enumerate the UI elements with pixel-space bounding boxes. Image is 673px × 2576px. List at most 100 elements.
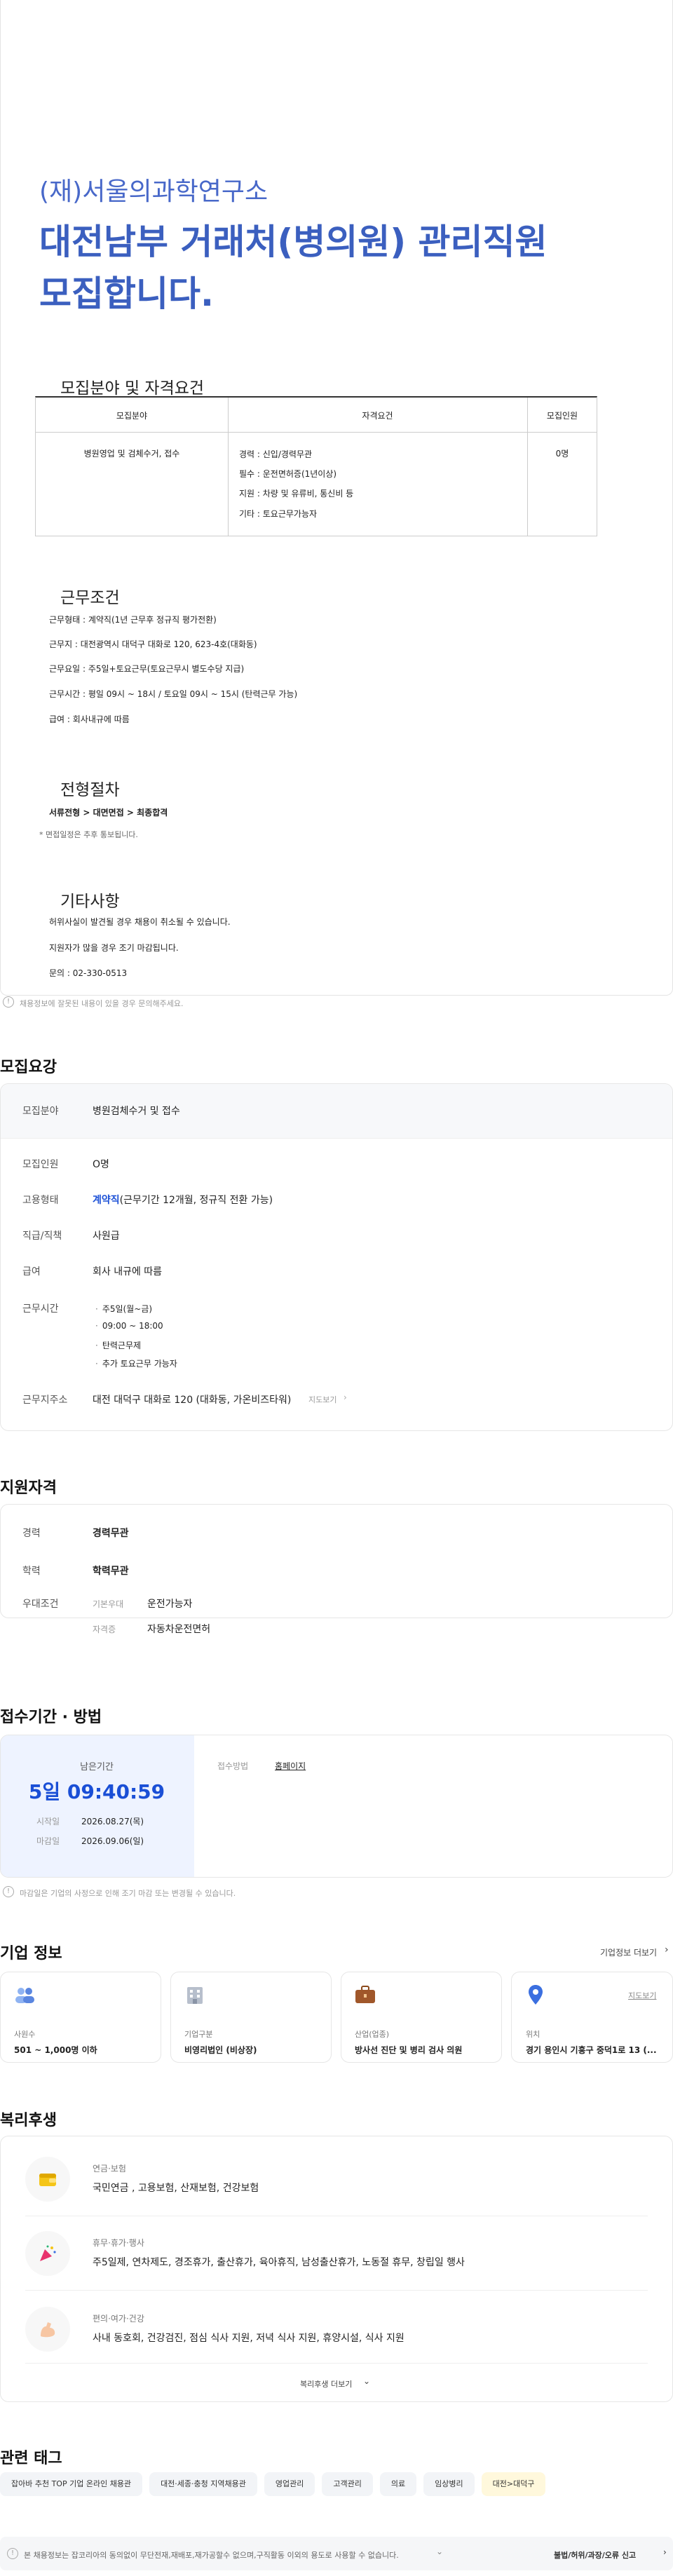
party-popper-icon bbox=[38, 2244, 57, 2263]
location-icon bbox=[527, 1984, 544, 2005]
pref-value: 자동차운전면허 bbox=[147, 1624, 211, 1635]
table-cell-field: 병원영업 및 검체수거, 접수 bbox=[83, 449, 180, 459]
company-more-link[interactable]: 기업정보 더보기 bbox=[600, 1946, 657, 1958]
company-card-value: 비영리법인 (비상장) bbox=[184, 2045, 257, 2055]
company-card-value: 경기 용인시 기흥구 중덕1로 13 (... bbox=[526, 2045, 657, 2055]
chevron-right-icon: › bbox=[663, 2547, 667, 2557]
apply-card bbox=[0, 1735, 673, 1878]
summary-value: 병원검체수거 및 접수 bbox=[93, 1106, 180, 1117]
tag-chip[interactable]: 의료 bbox=[379, 2472, 417, 2496]
welfare-category: 편의·여가·건강 bbox=[93, 2314, 144, 2324]
briefcase-icon bbox=[355, 1986, 376, 2004]
chevron-right-icon: › bbox=[344, 1392, 347, 1402]
poster-section-title: 전형절차 bbox=[60, 781, 120, 799]
summary-title: 모집요강 bbox=[0, 1059, 57, 1076]
summary-value: 사원급 bbox=[93, 1231, 120, 1242]
poster-section-title: 모집분야 및 자격요건 bbox=[60, 379, 205, 398]
condition-line: 근무요일 : 주5일+토요근무(토요근무시 별도수당 지급) bbox=[49, 664, 245, 674]
qual-label: 우대조건 bbox=[22, 1599, 59, 1610]
summary-label: 모집인원 bbox=[22, 1159, 59, 1170]
qual-title: 지원자격 bbox=[0, 1479, 57, 1497]
report-note[interactable]: 채용정보에 잘못된 내용이 있을 경우 문의해주세요. bbox=[20, 998, 184, 1009]
start-date: 2026.08.27(목) bbox=[81, 1817, 144, 1826]
company-card-label: 산업(업종) bbox=[355, 2030, 390, 2039]
welfare-card bbox=[0, 2136, 673, 2402]
summary-value: 회사 내규에 따름 bbox=[93, 1266, 163, 1277]
summary-label: 근무지주소 bbox=[22, 1395, 68, 1406]
work-time-item: 주5일(월~금) bbox=[95, 1303, 152, 1315]
apply-title: 접수기간 · 방법 bbox=[0, 1709, 102, 1726]
method-link[interactable]: 홈페이지 bbox=[275, 1760, 306, 1772]
poster-company: (재)서울의과학연구소 bbox=[39, 177, 268, 206]
summary-label: 급여 bbox=[22, 1266, 41, 1277]
remain-label: 남은기간 bbox=[80, 1762, 114, 1772]
people-icon bbox=[14, 1986, 35, 2004]
tags-title: 관련 태그 bbox=[0, 2450, 62, 2467]
table-cell-qual: 기타 : 토요근무가능자 bbox=[239, 509, 318, 519]
report-button[interactable]: 불법/허위/과장/오류 신고 bbox=[554, 2549, 636, 2561]
welfare-more-button[interactable]: 복리후생 더보기 bbox=[300, 2378, 352, 2389]
poster-table: 모집분야 자격요건 모집인원 병원영업 및 검체수거, 접수 경력 : 신입/경… bbox=[35, 396, 597, 536]
condition-line: 근무시간 : 평일 09시 ~ 18시 / 토요일 09시 ~ 15시 (탄력근… bbox=[49, 689, 298, 699]
poster-title-line2: 모집합니다. bbox=[39, 273, 214, 314]
tag-chip[interactable]: 영업관리 bbox=[264, 2472, 315, 2496]
info-icon: ! bbox=[3, 1886, 14, 1897]
table-cell-count: 0명 bbox=[555, 449, 569, 459]
etc-line: 문의 : 02-330-0513 bbox=[49, 968, 128, 978]
countdown-timer: 5일 09:40:59 bbox=[28, 1780, 165, 1803]
location-map-link[interactable]: 지도보기 bbox=[628, 1990, 656, 2001]
condition-line: 근무형태 : 계약직(1년 근무후 정규직 평가전환) bbox=[49, 615, 217, 625]
tag-chip[interactable]: 임상병리 bbox=[423, 2472, 475, 2496]
condition-line: 근무지 : 대전광역시 대덕구 대화로 120, 623-4호(대화동) bbox=[49, 639, 257, 649]
method-label: 접수방법 bbox=[217, 1761, 249, 1771]
summary-label: 직급/직책 bbox=[22, 1231, 62, 1242]
edu-value: 학력무관 bbox=[93, 1566, 129, 1577]
table-cell-qual: 필수 : 운전면허증(1년이상) bbox=[239, 469, 337, 479]
etc-line: 허위사실이 발견될 경우 채용이 취소될 수 있습니다. bbox=[49, 917, 231, 927]
qual-label: 학력 bbox=[22, 1566, 41, 1577]
tag-chip[interactable]: 고객관리 bbox=[322, 2472, 373, 2496]
company-title: 기업 정보 bbox=[0, 1945, 62, 1962]
chevron-down-icon[interactable]: ⌄ bbox=[436, 2547, 443, 2556]
welfare-desc: 주5일제, 연차제도, 경조휴가, 출산휴가, 육아휴직, 남성출산휴가, 노동… bbox=[93, 2257, 465, 2268]
table-cell-qual: 지원 : 차량 및 유류비, 통신비 등 bbox=[239, 489, 354, 499]
building-icon bbox=[184, 1984, 205, 2005]
work-time-item: 추가 토요근무 가능자 bbox=[95, 1357, 177, 1369]
tag-list: 잡아바 추천 TOP 기업 온라인 채용관 대전·세종·충청 지역채용관 영업관리 고… bbox=[0, 2472, 552, 2496]
process-note: * 면접일정은 추후 통보됩니다. bbox=[39, 830, 138, 839]
welfare-title: 복리후생 bbox=[0, 2112, 57, 2129]
info-icon: ! bbox=[3, 996, 14, 1008]
apply-note: 마감일은 기업의 사정으로 인해 조기 마감 또는 변경될 수 있습니다. bbox=[20, 1889, 236, 1898]
work-time-item: 탄력근무제 bbox=[95, 1339, 141, 1351]
welfare-desc: 국민연금 , 고용보험, 산재보험, 건강보험 bbox=[93, 2183, 259, 2194]
company-card-label: 기업구분 bbox=[184, 2030, 213, 2039]
tag-chip[interactable]: 대전·세종·충청 지역채용관 bbox=[149, 2472, 257, 2496]
welfare-desc: 사내 동호회, 건강검진, 점심 식사 지원, 저녁 식사 지원, 휴양시설, … bbox=[93, 2333, 405, 2344]
employment-detail: (근무기간 12개월, 정규직 전환 가능) bbox=[119, 1195, 273, 1206]
map-link[interactable]: 지도보기 bbox=[308, 1394, 336, 1405]
footer-notice[interactable]: 본 채용정보는 잡코리아의 동의없이 무단전재,재배포,재가공할수 없으며,구직… bbox=[24, 2549, 444, 2561]
tag-chip[interactable]: 잡아바 추천 TOP 기업 온라인 채용관 bbox=[0, 2472, 143, 2496]
pref-key: 기본우대 bbox=[93, 1599, 124, 1609]
poster-section-title: 기타사항 bbox=[60, 893, 120, 911]
career-value: 경력무관 bbox=[93, 1528, 129, 1539]
company-card-label: 사원수 bbox=[14, 2030, 36, 2039]
tag-chip[interactable]: 대전>대덕구 bbox=[481, 2472, 546, 2496]
info-icon: ! bbox=[7, 2548, 18, 2559]
pref-key: 자격증 bbox=[93, 1625, 116, 1634]
table-header: 모집분야 bbox=[116, 411, 148, 421]
table-cell-qual: 경력 : 신입/경력무관 bbox=[239, 449, 313, 459]
wallet-icon bbox=[38, 2169, 57, 2189]
summary-label: 고용형태 bbox=[22, 1195, 59, 1206]
welfare-category: 휴무·휴가·행사 bbox=[93, 2238, 144, 2248]
company-card-value: 방사선 진단 및 병리 검사 의원 bbox=[355, 2045, 463, 2055]
chevron-down-icon: ⌄ bbox=[363, 2376, 371, 2386]
condition-line: 급여 : 회사내규에 따름 bbox=[49, 714, 130, 724]
summary-card bbox=[0, 1083, 673, 1431]
summary-value: 대전 대덕구 대화로 120 (대화동, 가온비즈타워) bbox=[93, 1395, 292, 1406]
employment-type: 계약직 bbox=[93, 1195, 120, 1206]
poster-section-title: 근무조건 bbox=[60, 589, 120, 607]
end-label: 마감일 bbox=[36, 1836, 60, 1846]
qual-label: 경력 bbox=[22, 1528, 41, 1539]
summary-value: 계약직(근무기간 12개월, 정규직 전환 가능) bbox=[93, 1193, 273, 1207]
